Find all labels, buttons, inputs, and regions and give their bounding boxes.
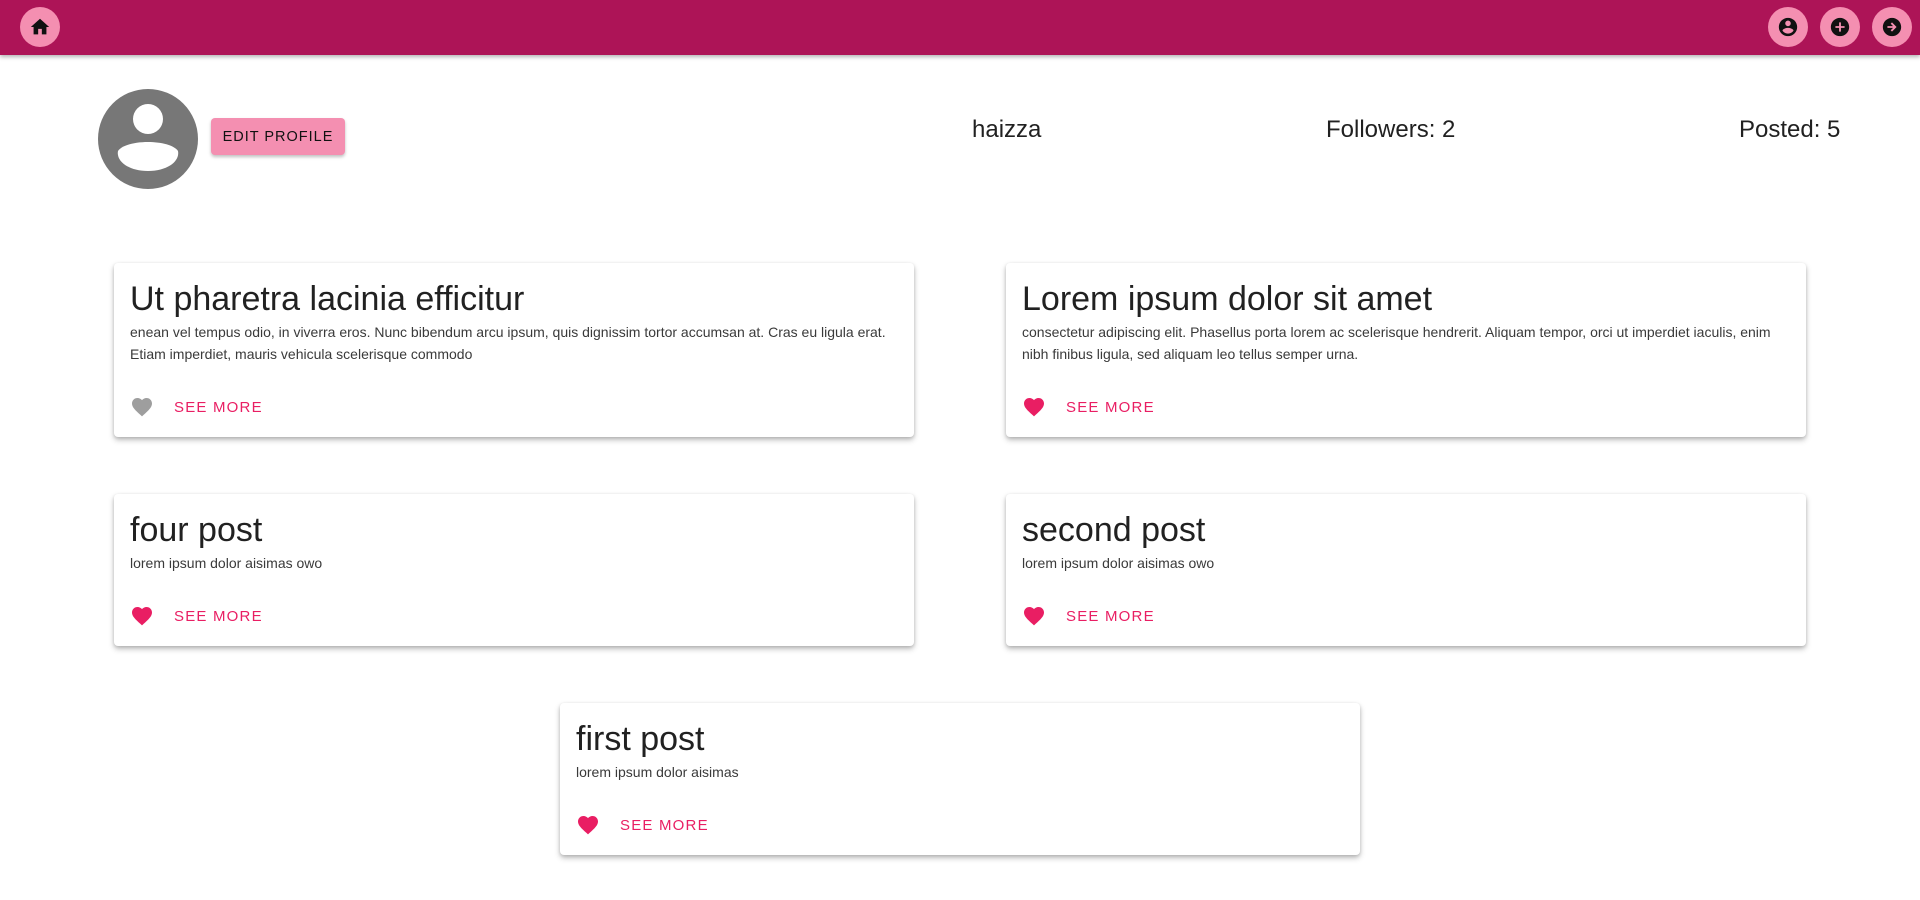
account-button[interactable] — [1768, 7, 1808, 47]
app-bar — [0, 0, 1920, 55]
username: haizza — [972, 116, 1042, 143]
post-card: Ut pharetra lacinia efficitur enean vel … — [114, 263, 914, 437]
see-more-button[interactable]: SEE MORE — [174, 399, 263, 416]
posted-count: Posted: 5 — [1739, 116, 1841, 143]
logout-button[interactable] — [1872, 7, 1912, 47]
home-icon — [30, 18, 50, 35]
post-title: Ut pharetra lacinia efficitur — [130, 280, 525, 318]
heart-icon[interactable] — [1022, 604, 1046, 628]
post-body: lorem ipsum dolor aisimas — [576, 764, 739, 780]
post-body: lorem ipsum dolor aisimas owo — [130, 555, 323, 571]
post-body: consectetur adipiscing elit. Phasellus p… — [1022, 324, 1771, 362]
add-post-button[interactable] — [1820, 7, 1860, 47]
edit-profile-button[interactable]: EDIT PROFILE — [211, 118, 345, 155]
post-card: Lorem ipsum dolor sit amet consectetur a… — [1006, 263, 1806, 437]
post-card: four post lorem ipsum dolor aisimas owo … — [114, 494, 914, 646]
home-button[interactable] — [20, 7, 60, 47]
post-title: Lorem ipsum dolor sit amet — [1022, 280, 1433, 318]
see-more-button[interactable]: SEE MORE — [1066, 399, 1155, 416]
account-circle-icon — [1778, 17, 1798, 37]
post-title: four post — [130, 511, 263, 549]
post-card: second post lorem ipsum dolor aisimas ow… — [1006, 494, 1806, 646]
heart-icon[interactable] — [576, 813, 600, 837]
arrow-circle-right-icon — [1882, 17, 1902, 37]
post-title: second post — [1022, 511, 1206, 549]
add-circle-icon — [1830, 17, 1850, 37]
heart-icon[interactable] — [130, 604, 154, 628]
avatar — [98, 89, 198, 189]
see-more-button[interactable]: SEE MORE — [1066, 608, 1155, 625]
post-body: lorem ipsum dolor aisimas owo — [1022, 555, 1215, 571]
heart-icon[interactable] — [1022, 395, 1046, 419]
post-card: first post lorem ipsum dolor aisimas SEE… — [560, 703, 1360, 855]
post-body: enean vel tempus odio, in viverra eros. … — [130, 324, 886, 362]
heart-icon[interactable] — [130, 395, 154, 419]
see-more-button[interactable]: SEE MORE — [620, 817, 709, 834]
see-more-button[interactable]: SEE MORE — [174, 608, 263, 625]
followers-count: Followers: 2 — [1326, 116, 1456, 143]
post-title: first post — [576, 720, 705, 758]
